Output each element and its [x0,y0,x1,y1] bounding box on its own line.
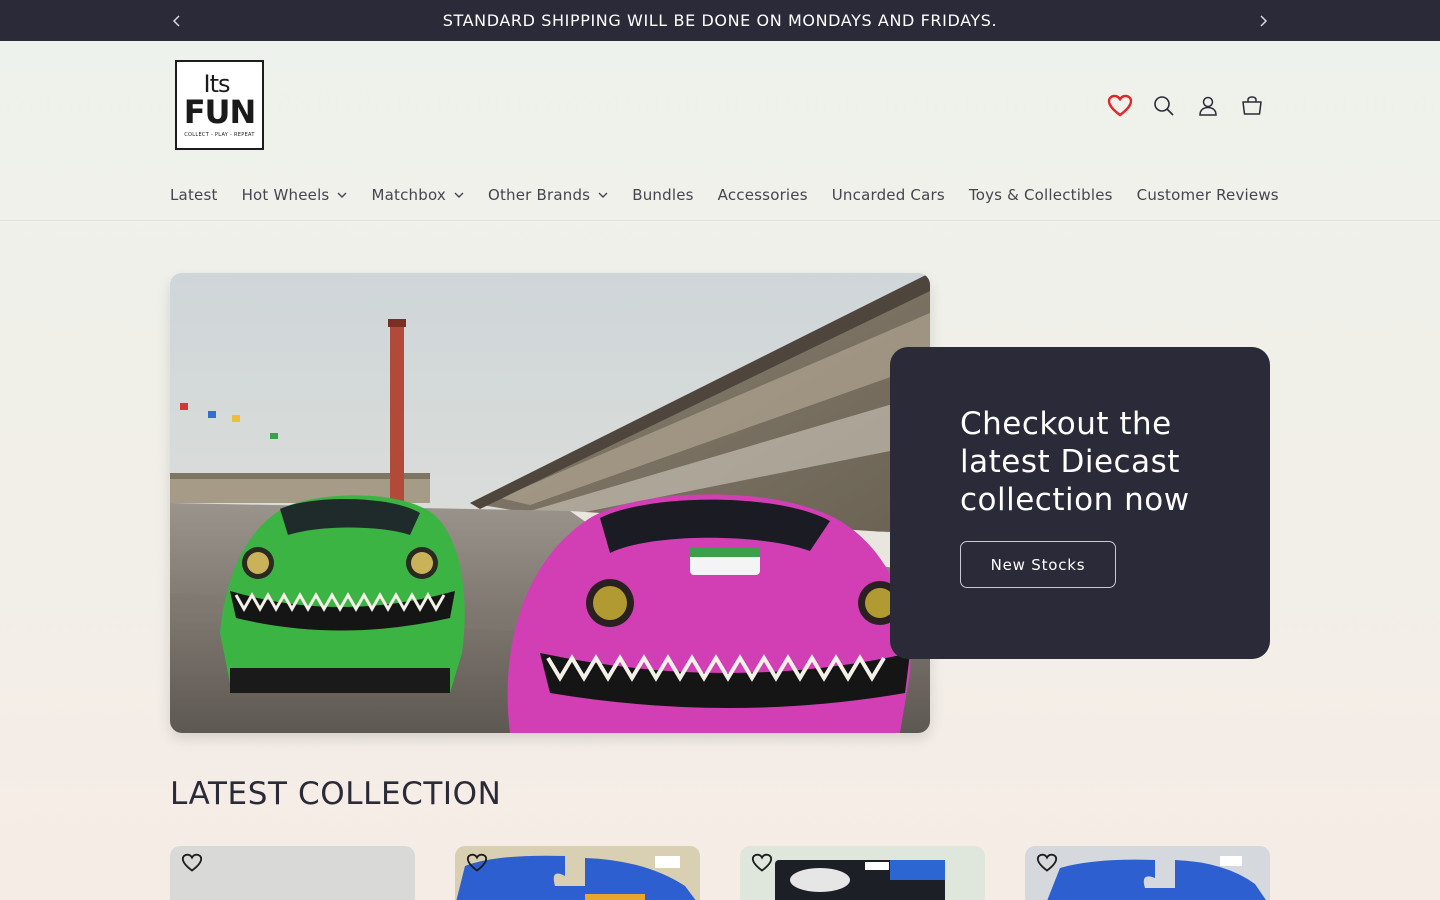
heart-outline-icon [466,853,488,872]
product-image [775,860,945,900]
announcement-prev-button[interactable] [162,0,192,41]
nav-item-other-brands[interactable]: Other Brands [488,186,608,204]
nav-item-uncarded-cars[interactable]: Uncarded Cars [832,186,945,204]
heart-outline-icon [1036,853,1058,872]
wishlist-button[interactable] [1102,88,1138,124]
account-button[interactable] [1190,88,1226,124]
nav-item-label: Latest [170,186,218,204]
nav-item-label: Customer Reviews [1136,186,1279,204]
header-divider [0,220,1440,221]
nav-item-label: Other Brands [487,186,591,204]
cart-icon [1242,96,1262,115]
wishlist-toggle[interactable] [465,852,489,874]
hero-image [170,273,930,733]
product-card[interactable] [740,846,985,900]
heart-icon [1107,94,1133,117]
chevron-right-icon [1260,14,1268,27]
wishlist-toggle[interactable] [750,852,774,874]
nav-item-latest[interactable]: Latest [170,186,218,204]
announcement-next-button[interactable] [1248,0,1278,41]
nav-item-hot-wheels[interactable]: Hot Wheels [242,186,348,204]
logo-line2: FUN [183,93,257,131]
nav-item-label: Accessories [717,186,808,204]
nav-item-label: Bundles [632,186,694,204]
chevron-down-icon [337,192,347,198]
heart-outline-icon [181,853,203,872]
nav-item-accessories[interactable]: Accessories [718,186,808,204]
product-card[interactable] [455,846,700,900]
nav-item-label: Matchbox [371,186,446,204]
product-image [456,855,696,900]
logo-tagline: COLLECT - PLAY - REPEAT [184,132,255,138]
nav-item-toys-collectibles[interactable]: Toys & Collectibles [969,186,1113,204]
product-card[interactable] [170,846,415,900]
hero-heading: Checkout the latest Diecast collection n… [960,406,1190,518]
search-icon [1154,96,1174,116]
product-image [1047,856,1266,900]
nav-item-label: Hot Wheels [241,186,330,204]
heart-outline-icon [751,853,773,872]
product-grid [170,846,1270,900]
chevron-left-icon [172,14,180,27]
new-stocks-button[interactable]: New Stocks [960,541,1116,588]
account-icon [1199,96,1217,116]
announcement-text: STANDARD SHIPPING WILL BE DONE ON MONDAY… [442,11,998,30]
chevron-down-icon [598,192,608,198]
chevron-down-icon [454,192,464,198]
latest-collection-title: LATEST COLLECTION [170,776,502,812]
cart-button[interactable] [1234,88,1270,124]
nav-item-customer-reviews[interactable]: Customer Reviews [1137,186,1279,204]
nav-item-label: Toys & Collectibles [968,186,1113,204]
announcement-bar: STANDARD SHIPPING WILL BE DONE ON MONDAY… [0,0,1440,41]
main-nav: Latest Hot Wheels Matchbox Other Brands … [170,178,1303,212]
wishlist-toggle[interactable] [1035,852,1059,874]
product-card[interactable] [1025,846,1270,900]
hero-text-card: Checkout the latest Diecast collection n… [890,347,1270,659]
store-logo[interactable]: Its FUN COLLECT - PLAY - REPEAT [175,60,264,150]
wishlist-toggle[interactable] [180,852,204,874]
nav-item-bundles[interactable]: Bundles [632,186,693,204]
search-button[interactable] [1146,88,1182,124]
nav-item-label: Uncarded Cars [831,186,945,204]
header-icons [1102,88,1278,124]
hero-race-cars-image [170,273,930,733]
nav-item-matchbox[interactable]: Matchbox [371,186,464,204]
